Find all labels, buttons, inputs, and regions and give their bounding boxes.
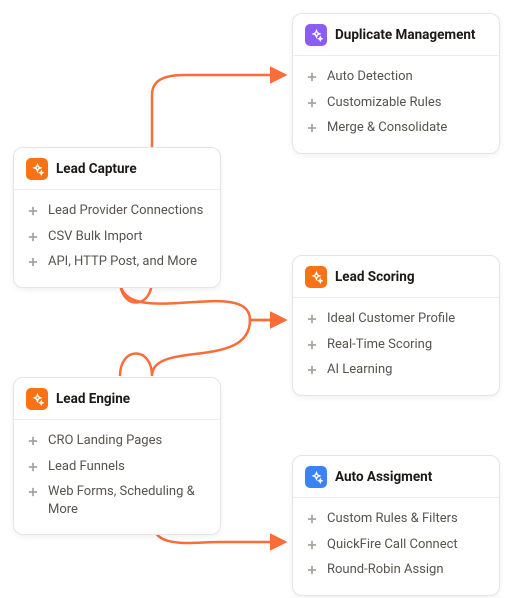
list-item: Custom Rules & Filters bbox=[305, 506, 487, 532]
card-body: Lead Provider Connections CSV Bulk Impor… bbox=[14, 190, 220, 287]
sparkle-icon bbox=[26, 158, 48, 180]
plus-icon bbox=[26, 485, 40, 499]
card-header: Duplicate Management bbox=[293, 14, 499, 56]
plus-icon bbox=[305, 538, 319, 552]
card-body: Ideal Customer Profile Real-Time Scoring… bbox=[293, 298, 499, 395]
plus-icon bbox=[305, 338, 319, 352]
plus-icon bbox=[305, 121, 319, 135]
list-item-label: AI Learning bbox=[327, 361, 392, 379]
card-body: Custom Rules & Filters QuickFire Call Co… bbox=[293, 498, 499, 595]
list-item: Customizable Rules bbox=[305, 90, 487, 116]
list-item-label: CRO Landing Pages bbox=[48, 432, 162, 450]
card-title: Lead Engine bbox=[56, 391, 130, 407]
list-item-label: Round-Robin Assign bbox=[327, 561, 444, 579]
list-item: CSV Bulk Import bbox=[26, 224, 208, 250]
list-item: Ideal Customer Profile bbox=[305, 306, 487, 332]
list-item-label: Auto Detection bbox=[327, 68, 413, 86]
card-title: Lead Capture bbox=[56, 161, 137, 177]
list-item-label: Lead Funnels bbox=[48, 458, 125, 476]
card-lead-engine: Lead Engine CRO Landing Pages Lead Funne… bbox=[13, 377, 221, 535]
plus-icon bbox=[305, 512, 319, 526]
card-lead-scoring: Lead Scoring Ideal Customer Profile Real… bbox=[292, 255, 500, 396]
list-item-label: Real-Time Scoring bbox=[327, 336, 432, 354]
plus-icon bbox=[26, 204, 40, 218]
plus-icon bbox=[305, 563, 319, 577]
card-duplicate-management: Duplicate Management Auto Detection Cust… bbox=[292, 13, 500, 154]
sparkle-icon bbox=[305, 266, 327, 288]
list-item-label: Merge & Consolidate bbox=[327, 119, 447, 137]
list-item: QuickFire Call Connect bbox=[305, 532, 487, 558]
list-item: Merge & Consolidate bbox=[305, 115, 487, 141]
sparkle-icon bbox=[26, 388, 48, 410]
card-body: CRO Landing Pages Lead Funnels Web Forms… bbox=[14, 420, 220, 534]
plus-icon bbox=[26, 460, 40, 474]
card-body: Auto Detection Customizable Rules Merge … bbox=[293, 56, 499, 153]
card-lead-capture: Lead Capture Lead Provider Connections C… bbox=[13, 147, 221, 288]
plus-icon bbox=[305, 363, 319, 377]
list-item: CRO Landing Pages bbox=[26, 428, 208, 454]
sparkle-icon bbox=[305, 466, 327, 488]
plus-icon bbox=[305, 70, 319, 84]
plus-icon bbox=[305, 312, 319, 326]
list-item-label: CSV Bulk Import bbox=[48, 228, 143, 246]
card-header: Lead Capture bbox=[14, 148, 220, 190]
list-item-label: Web Forms, Scheduling & More bbox=[48, 483, 208, 518]
plus-icon bbox=[305, 96, 319, 110]
list-item-label: Customizable Rules bbox=[327, 94, 441, 112]
list-item: Real-Time Scoring bbox=[305, 332, 487, 358]
plus-icon bbox=[26, 434, 40, 448]
card-title: Duplicate Management bbox=[335, 27, 476, 43]
list-item-label: Lead Provider Connections bbox=[48, 202, 203, 220]
list-item: Lead Provider Connections bbox=[26, 198, 208, 224]
sparkle-icon bbox=[305, 24, 327, 46]
list-item: Round-Robin Assign bbox=[305, 557, 487, 583]
plus-icon bbox=[26, 255, 40, 269]
list-item-label: API, HTTP Post, and More bbox=[48, 253, 197, 271]
card-title: Auto Assigment bbox=[335, 469, 432, 485]
list-item: Lead Funnels bbox=[26, 454, 208, 480]
list-item-label: Ideal Customer Profile bbox=[327, 310, 455, 328]
list-item: Auto Detection bbox=[305, 64, 487, 90]
list-item-label: Custom Rules & Filters bbox=[327, 510, 458, 528]
list-item-label: QuickFire Call Connect bbox=[327, 536, 458, 554]
plus-icon bbox=[26, 230, 40, 244]
card-auto-assignment: Auto Assigment Custom Rules & Filters Qu… bbox=[292, 455, 500, 596]
card-header: Lead Scoring bbox=[293, 256, 499, 298]
card-header: Auto Assigment bbox=[293, 456, 499, 498]
card-header: Lead Engine bbox=[14, 378, 220, 420]
card-title: Lead Scoring bbox=[335, 269, 415, 285]
list-item: AI Learning bbox=[305, 357, 487, 383]
list-item: API, HTTP Post, and More bbox=[26, 249, 208, 275]
list-item: Web Forms, Scheduling & More bbox=[26, 479, 208, 522]
